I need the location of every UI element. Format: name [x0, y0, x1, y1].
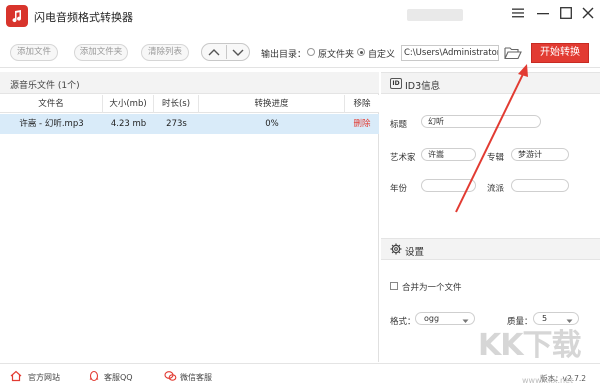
close-icon: [582, 7, 594, 19]
genre-input[interactable]: [511, 179, 569, 192]
album-label: 专辑: [487, 153, 505, 163]
minimize-button[interactable]: [533, 4, 553, 22]
settings-section-title: 设置: [405, 247, 425, 258]
column-header-name[interactable]: 文件名: [0, 95, 103, 113]
user-account-area[interactable]: [407, 9, 463, 21]
file-list-panel: 源音乐文件 (1个) 文件名 大小(mb) 时长(s) 转换进度 移除 许嵩 -…: [0, 72, 379, 362]
output-dir-label: 输出目录：: [261, 50, 307, 60]
chevron-down-icon: [462, 316, 469, 327]
minimize-icon: [537, 13, 549, 15]
format-select[interactable]: ogg: [415, 312, 475, 325]
column-header-duration[interactable]: 时长(s): [154, 95, 199, 113]
app-logo-icon: [6, 5, 28, 27]
qq-support-link[interactable]: 客服QQ: [104, 372, 133, 383]
column-header-progress[interactable]: 转换进度: [199, 95, 345, 113]
file-count-title: 源音乐文件 (1个): [10, 81, 80, 91]
genre-label: 流派: [487, 184, 505, 194]
id3-section-header: ID ID3信息: [381, 72, 600, 94]
move-buttons: [201, 43, 250, 61]
year-label: 年份: [390, 184, 408, 194]
id3-section-title: ID3信息: [405, 81, 441, 92]
cell-duration: 273s: [166, 119, 187, 129]
menu-icon: [512, 8, 524, 18]
cell-filename: 许嵩 - 幻听.mp3: [19, 119, 84, 129]
settings-section-header: 设置: [381, 238, 600, 260]
clear-list-button[interactable]: 清除列表: [141, 44, 189, 61]
delete-link[interactable]: 删除: [345, 114, 379, 134]
gear-icon: [390, 243, 402, 258]
format-label: 格式：: [390, 317, 416, 327]
radio-source-folder[interactable]: [307, 48, 315, 56]
maximize-button[interactable]: [556, 4, 576, 22]
cell-progress: 0%: [265, 119, 279, 129]
radio-source-folder-label[interactable]: 原文件夹: [318, 47, 354, 60]
move-down-button[interactable]: [230, 47, 246, 58]
chevron-up-icon: [208, 49, 220, 56]
output-path-input[interactable]: C:\Users\Administrator\: [401, 45, 499, 61]
maximize-icon: [560, 7, 572, 19]
close-button[interactable]: [578, 4, 598, 22]
album-input[interactable]: 梦游计: [511, 148, 569, 161]
format-value: ogg: [424, 314, 440, 323]
add-folder-button[interactable]: 添加文件夹: [74, 44, 128, 61]
watermark-url: www.kkx.net: [522, 376, 574, 385]
divider: [226, 45, 227, 59]
title-bar: 闪电音频格式转换器: [0, 0, 600, 34]
start-convert-button[interactable]: 开始转换: [531, 43, 589, 63]
merge-checkbox[interactable]: [390, 282, 398, 290]
title-label: 标题: [390, 120, 408, 130]
menu-button[interactable]: [508, 4, 528, 22]
id3-icon: ID: [390, 78, 402, 89]
qq-icon: [88, 370, 100, 385]
title-input[interactable]: 幻听: [421, 115, 541, 128]
move-up-button[interactable]: [206, 47, 222, 58]
column-header-remove: 移除: [353, 99, 371, 109]
add-file-button[interactable]: 添加文件: [10, 44, 58, 61]
watermark: KK下载 www.kkx.net: [470, 310, 598, 388]
column-header-size[interactable]: 大小(mb): [103, 95, 154, 113]
artist-label: 艺术家: [390, 153, 416, 163]
merge-label[interactable]: 合并为一个文件: [402, 281, 462, 293]
file-list-header: 源音乐文件 (1个): [0, 72, 379, 94]
folder-open-icon: [504, 47, 522, 60]
website-link[interactable]: 官方网站: [28, 372, 60, 383]
chevron-down-icon: [232, 49, 244, 56]
wechat-support-link[interactable]: 微信客服: [180, 372, 212, 383]
browse-folder-button[interactable]: [504, 46, 522, 63]
radio-custom-label[interactable]: 自定义: [368, 47, 395, 60]
radio-custom[interactable]: [357, 48, 365, 56]
wechat-icon: [164, 370, 177, 385]
home-icon: [10, 370, 22, 385]
cell-size: 4.23 mb: [110, 119, 147, 129]
year-input[interactable]: [421, 179, 476, 192]
artist-input[interactable]: 许嵩: [421, 148, 476, 161]
app-title: 闪电音频格式转换器: [34, 11, 133, 24]
watermark-text: KK下载: [478, 328, 581, 363]
